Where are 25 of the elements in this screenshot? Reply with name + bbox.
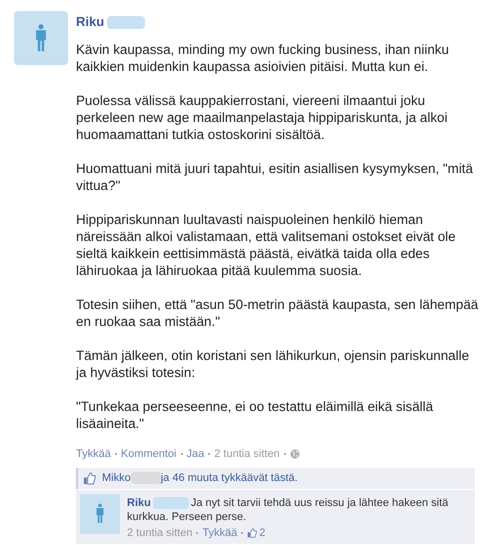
thumbs-up-icon xyxy=(83,472,96,484)
timestamp[interactable]: 2 tuntia sitten xyxy=(214,446,280,462)
action-link[interactable]: Jaa xyxy=(186,446,204,462)
post-paragraph: Tämän jälkeen, otin koristani sen lähikurkun, ojensin pariskunnalle ja hyvästiksi totesin: xyxy=(76,347,470,381)
comment-author-link[interactable]: Riku xyxy=(127,496,151,508)
like-link[interactable]: Tykkää xyxy=(202,526,238,540)
thumbs-up-icon xyxy=(247,528,258,538)
redacted-name xyxy=(152,496,189,509)
likes-text: ja 46 muuta tykkäävät tästä. xyxy=(160,470,298,486)
timestamp: 2 tuntia sitten xyxy=(127,526,192,540)
author-link[interactable]: Riku xyxy=(76,12,104,32)
action-link[interactable]: Tykkää xyxy=(76,446,111,462)
post-paragraph: Totesin siihen, että "asun 50-metrin päästä kaupasta, sen lähempää en ruokaa saa mistään." xyxy=(76,296,480,330)
redacted-name xyxy=(130,472,161,484)
comment-text: Riku Ja nyt sit tarvii tehdä uus reissu ja lähtee hakeen sitä kurkkua. Perseen perse. xyxy=(127,496,450,524)
liker-link[interactable]: Mikko xyxy=(102,470,131,486)
like-count[interactable]: 2 xyxy=(259,526,266,540)
globe-icon xyxy=(290,449,300,460)
post-paragraph: Kävin kaupassa, minding my own fucking business, ihan niinku kaikkien muidenkin kaupassa asioivien pitäisi. Mutta kun ei. xyxy=(76,41,450,75)
post-paragraph: Hippipariskunnan luultavasti naispuoleinen henkilö hieman näreissään alkoi valistamaan, että valitsemani ostokset eivät ole sieltä kaikkein eettisimmästä päästä, eivätkä taida olla edes lähiruokaa ja lähiruokaa pitää kuulemma suosia. xyxy=(76,211,457,279)
post-paragraph: "Tunkekaa perseeseenne, ei oo testattu eläimillä eikä sisällä lisäaineita." xyxy=(76,398,434,432)
post-paragraph: Huomattuani mitä juuri tapahtui, esitin asiallisen kysymyksen, "mitä vittua?" xyxy=(76,160,474,194)
action-link[interactable]: Kommentoi xyxy=(120,446,176,462)
post-paragraph: Puolessa välissä kauppakierrostani, viereeni ilmaantui joku perkeleen new age maailmanpelastaja hippipariskunta, ja alkoi huomaamattani tutkia ostoskorini sisältöä. xyxy=(76,92,448,143)
redacted-name xyxy=(107,16,146,28)
